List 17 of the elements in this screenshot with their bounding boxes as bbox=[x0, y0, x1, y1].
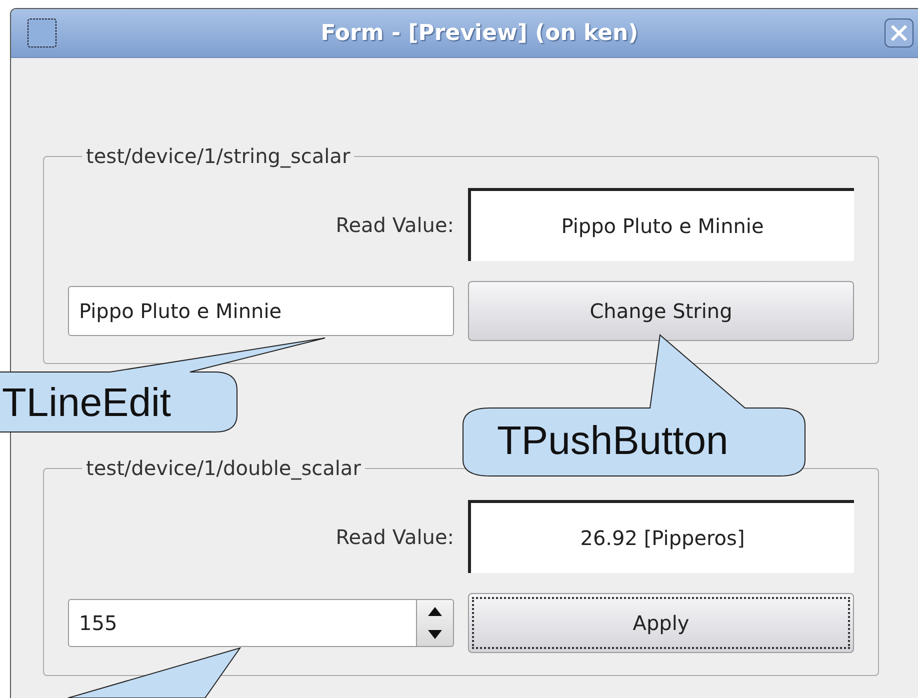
down-arrow-icon[interactable] bbox=[428, 630, 442, 639]
callout-label: TPushButton bbox=[497, 419, 728, 464]
window-menu-icon[interactable] bbox=[27, 18, 57, 48]
read-value-label: Read Value: bbox=[336, 524, 454, 548]
group-title: test/device/1/double_scalar bbox=[85, 456, 362, 480]
spin-box[interactable]: 155 bbox=[68, 599, 417, 647]
up-arrow-icon[interactable] bbox=[428, 607, 442, 616]
read-value-display: 26.92 [Pipperos] bbox=[468, 500, 854, 573]
window-title: Form - [Preview] (on ken) bbox=[320, 20, 640, 46]
close-icon[interactable] bbox=[884, 18, 914, 48]
read-value-label: Read Value: bbox=[336, 212, 454, 236]
read-value-display: Pippo Pluto e Minnie bbox=[468, 188, 854, 261]
push-button[interactable]: Change String bbox=[468, 281, 854, 341]
push-button[interactable]: Apply bbox=[468, 593, 854, 653]
callout-label: TLineEdit bbox=[2, 381, 171, 426]
text-input[interactable]: Pippo Pluto e Minnie bbox=[68, 286, 454, 336]
group-title: test/device/1/string_scalar bbox=[85, 144, 352, 168]
